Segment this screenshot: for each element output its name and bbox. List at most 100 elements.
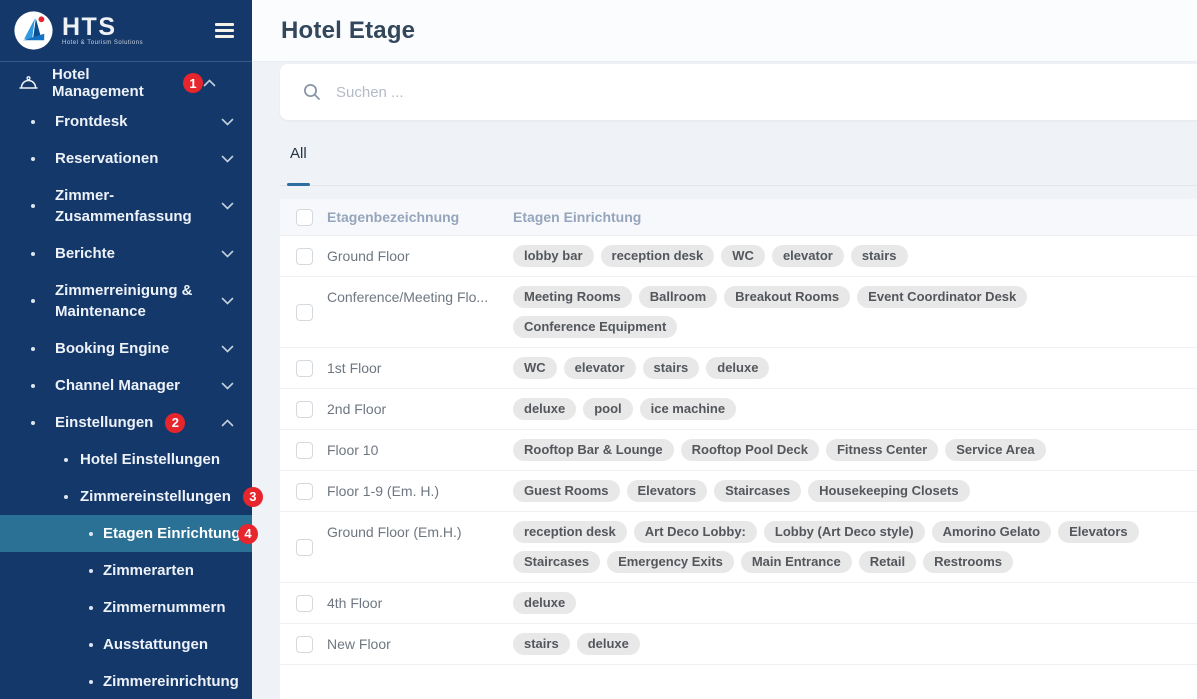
tag-list: deluxepoolice machine [513,389,1197,429]
sidebar-item-zimmernummern[interactable]: Zimmernummern [0,589,252,626]
sidebar-item-channel-manager[interactable]: Channel Manager [0,367,252,404]
tag-chip: Staircases [714,480,801,502]
tag-chip: Retail [859,551,916,573]
table-row: 2nd Floor deluxepoolice machine [280,389,1197,430]
tag-chip: deluxe [513,592,576,614]
tag-chip: deluxe [706,357,769,379]
brand-tagline: Hotel & Tourism Solutions [62,40,143,46]
sidebar-item-booking-engine[interactable]: Booking Engine [0,330,252,367]
tag-chip: reception desk [513,521,627,543]
sidebar-item-zimmerreinigung-maintenance[interactable]: Zimmerreinigung & Maintenance [0,272,252,330]
tag-chip: Art Deco Lobby: [634,521,757,543]
hamburger-menu-icon[interactable] [213,19,236,42]
page-header: Hotel Etage [252,0,1197,62]
tag-chip: Service Area [945,439,1045,461]
row-checkbox[interactable] [296,401,313,418]
tab-all[interactable]: All [287,120,310,185]
row-checkbox[interactable] [296,636,313,653]
bullet-icon [31,421,35,425]
tag-chip: elevator [564,357,636,379]
hts-logo-icon [13,10,54,51]
search-bar [280,64,1197,120]
table-row: Ground Floor (Em.H.) reception deskArt D… [280,512,1197,583]
sidebar-item-zimmerarten[interactable]: Zimmerarten [0,552,252,589]
row-checkbox[interactable] [296,595,313,612]
tag-chip: Rooftop Pool Deck [681,439,819,461]
sidebar-item-hotel-management[interactable]: Hotel Management 1 [0,63,252,103]
sidebar-item-label: Zimmerreinigung & Maintenance [55,280,207,322]
tag-chip: WC [721,245,765,267]
sidebar-item-etagen-einrichtung[interactable]: Etagen Einrichtung 4 [0,515,252,552]
tag-chip: WC [513,357,557,379]
notification-badge: 3 [243,487,263,507]
bullet-icon [64,458,68,462]
bullet-icon [89,606,93,610]
sidebar-item-label: Zimmereinstellungen [80,488,231,505]
sidebar-item-hotel-einstellungen[interactable]: Hotel Einstellungen [0,441,252,478]
tag-chip: stairs [851,245,908,267]
sidebar-nav: Hotel Management 1 Frontdesk Reservation… [0,62,252,699]
search-icon [303,83,321,101]
bullet-icon [89,569,93,573]
select-all-checkbox[interactable] [296,209,313,226]
tag-list: Guest RoomsElevatorsStaircasesHousekeepi… [513,471,1197,511]
floor-name: Conference/Meeting Flo... [327,277,513,306]
tag-chip: Lobby (Art Deco style) [764,521,925,543]
sidebar-item-zimmereinrichtung[interactable]: Zimmereinrichtung [0,663,252,699]
sidebar-item-label: Einstellungen [55,412,153,433]
chevron-down-icon [221,345,234,353]
sidebar: HTS Hotel & Tourism Solutions Hotel Mana… [0,0,252,699]
chevron-down-icon [221,382,234,390]
chevron-down-icon [221,297,234,305]
bullet-icon [31,204,35,208]
row-checkbox[interactable] [296,248,313,265]
sidebar-item-label: Zimmerarten [103,562,194,579]
notification-badge: 4 [238,524,258,544]
chevron-up-icon [203,79,216,87]
tag-list: WCelevatorstairsdeluxe [513,348,1197,388]
sidebar-item-label: Etagen Einrichtung [103,525,241,542]
bullet-icon [89,532,93,536]
sidebar-item-zimmer-zusammenfassung[interactable]: Zimmer-Zusammenfassung [0,177,252,235]
floor-name: Floor 10 [327,430,513,459]
sidebar-item-label: Channel Manager [55,375,180,396]
row-checkbox[interactable] [296,360,313,377]
table-row: 4th Floor deluxe [280,583,1197,624]
row-checkbox[interactable] [296,304,313,321]
column-header-etagen-einrichtung: Etagen Einrichtung [513,209,1197,225]
notification-badge: 2 [165,413,185,433]
row-checkbox[interactable] [296,539,313,556]
bullet-icon [64,495,68,499]
brand-header: HTS Hotel & Tourism Solutions [0,0,252,62]
sidebar-item-zimmereinstellungen[interactable]: Zimmereinstellungen 3 [0,478,252,515]
sidebar-item-label: Berichte [55,243,115,264]
sidebar-item-frontdesk[interactable]: Frontdesk [0,103,252,140]
sidebar-item-ausstattungen[interactable]: Ausstattungen [0,626,252,663]
sidebar-item-label: Frontdesk [55,111,128,132]
sidebar-item-reservationen[interactable]: Reservationen [0,140,252,177]
bullet-icon [31,347,35,351]
table-row: Floor 10 Rooftop Bar & LoungeRooftop Poo… [280,430,1197,471]
sidebar-item-label: Hotel Management [52,66,171,100]
tag-chip: Elevators [1058,521,1139,543]
row-checkbox[interactable] [296,442,313,459]
row-checkbox[interactable] [296,483,313,500]
search-input[interactable] [336,84,1197,101]
sidebar-item-label: Zimmer-Zusammenfassung [55,185,207,227]
floor-name: 1st Floor [327,348,513,377]
notification-badge: 1 [183,73,203,93]
sidebar-item-label: Hotel Einstellungen [80,451,220,468]
page-title: Hotel Etage [281,17,415,45]
tag-chip: Emergency Exits [607,551,734,573]
tag-list: reception desk Art Deco Lobby: Lobby (Art … [513,512,1197,582]
brand-text: HTS Hotel & Tourism Solutions [62,16,143,46]
app-window: HTS Hotel & Tourism Solutions Hotel Mana… [0,0,1197,699]
chevron-down-icon [221,202,234,210]
sidebar-item-berichte[interactable]: Berichte [0,235,252,272]
tag-chip: Staircases [513,551,600,573]
floor-name: Floor 1-9 (Em. H.) [327,471,513,500]
table-row: Conference/Meeting Flo... Meeting RoomsB… [280,277,1197,348]
table-row: 1st Floor WCelevatorstairsdeluxe [280,348,1197,389]
tag-chip: Main Entrance [741,551,852,573]
sidebar-item-einstellungen[interactable]: Einstellungen 2 [0,404,252,441]
